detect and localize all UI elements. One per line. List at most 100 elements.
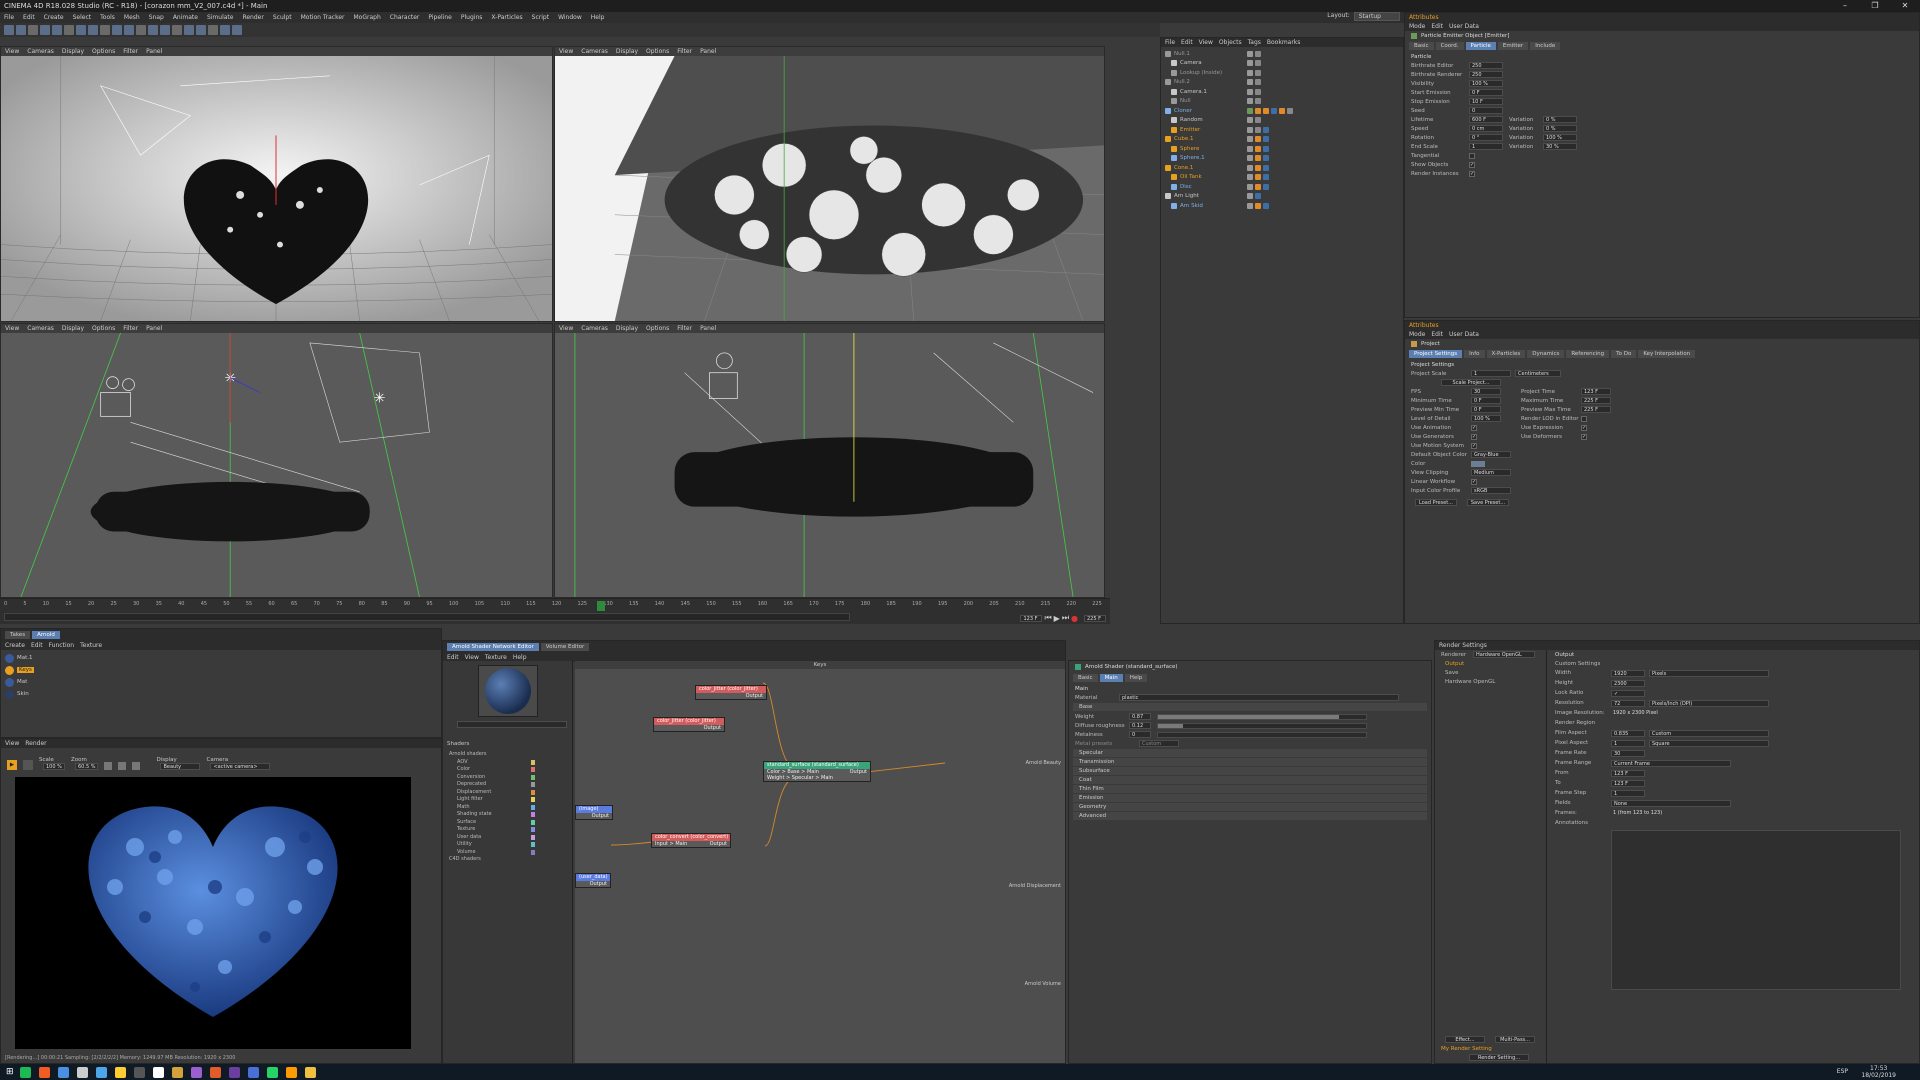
param-field[interactable]: 0 bbox=[1129, 731, 1151, 738]
object-tag-icon[interactable] bbox=[1255, 126, 1261, 133]
scale-field[interactable]: 100 % bbox=[43, 763, 65, 770]
project-scale-field[interactable]: 1 bbox=[1471, 370, 1511, 377]
attr-field[interactable]: 0 ° bbox=[1469, 134, 1503, 141]
tab-basic[interactable]: Basic bbox=[1073, 674, 1098, 682]
node-output-port[interactable]: Output bbox=[576, 881, 610, 887]
object-row[interactable]: Cloner bbox=[1161, 106, 1403, 116]
view-clipping-dropdown[interactable]: Medium bbox=[1471, 469, 1511, 476]
object-tag-icon[interactable] bbox=[1255, 98, 1261, 105]
object-tag-icon[interactable] bbox=[1247, 79, 1253, 86]
render-row-field[interactable]: 30 bbox=[1611, 749, 1645, 757]
section-advanced[interactable]: Advanced bbox=[1073, 812, 1427, 820]
tab-volume-editor[interactable]: Volume Editor bbox=[540, 643, 590, 651]
project-checkbox[interactable]: ✓ bbox=[1471, 442, 1477, 449]
object-tag-icon[interactable] bbox=[1247, 164, 1253, 171]
tab-particle[interactable]: Particle bbox=[1465, 42, 1496, 50]
shader-group-item[interactable]: Displacement bbox=[443, 789, 573, 797]
attr-menu-user-data[interactable]: User Data bbox=[1449, 330, 1479, 339]
viewport-menu-panel[interactable]: Panel bbox=[146, 324, 162, 333]
attr-field[interactable]: 100 % bbox=[1469, 80, 1503, 87]
project-checkbox[interactable]: ✓ bbox=[1581, 433, 1587, 440]
om-menu-edit[interactable]: Edit bbox=[1181, 38, 1193, 47]
menu-select[interactable]: Select bbox=[73, 14, 92, 21]
viewport-camera[interactable]: View Cameras Display Options Filter Panel bbox=[554, 46, 1105, 322]
input-color-dropdown[interactable]: sRGB bbox=[1471, 487, 1511, 494]
toolbar-tool-icon[interactable] bbox=[88, 25, 98, 35]
param-field[interactable]: 0.87 bbox=[1129, 713, 1151, 720]
attr-field[interactable]: 1 bbox=[1469, 143, 1503, 150]
object-tag-icon[interactable] bbox=[1255, 155, 1261, 162]
om-menu-objects[interactable]: Objects bbox=[1219, 38, 1242, 47]
node-color-convert[interactable]: color_convert (color_convert) Input > Ma… bbox=[651, 833, 731, 848]
viewport-menu-options[interactable]: Options bbox=[92, 47, 115, 56]
object-tag-icon[interactable] bbox=[1247, 155, 1253, 162]
node-canvas[interactable]: Keys color_jitter (color_jitter) Output … bbox=[575, 661, 1065, 1063]
viewport-menu-options[interactable]: Options bbox=[646, 47, 669, 56]
viewport-menu-view[interactable]: View bbox=[559, 324, 573, 333]
node-output-port[interactable]: Output bbox=[696, 693, 766, 699]
project-setting-field[interactable]: 0 F bbox=[1471, 397, 1501, 404]
project-checkbox[interactable]: ✓ bbox=[1581, 424, 1587, 431]
taskbar-app-icon[interactable] bbox=[19, 1066, 31, 1078]
variation-field[interactable]: 0 % bbox=[1543, 125, 1577, 132]
menu-animate[interactable]: Animate bbox=[173, 14, 198, 21]
play-icon[interactable]: ▶ bbox=[1054, 614, 1060, 623]
object-tag-icon[interactable] bbox=[1279, 107, 1285, 114]
tab-x-particles[interactable]: X-Particles bbox=[1486, 350, 1526, 358]
toolbar-tool-icon[interactable] bbox=[136, 25, 146, 35]
multipass-button[interactable]: Multi-Pass... bbox=[1495, 1036, 1535, 1043]
om-menu-view[interactable]: View bbox=[1199, 38, 1213, 47]
object-tag-icon[interactable] bbox=[1247, 98, 1253, 105]
om-menu-file[interactable]: File bbox=[1165, 38, 1175, 47]
shader-group-item[interactable]: Math bbox=[443, 804, 573, 812]
shader-group-item[interactable]: Arnold shaders bbox=[443, 751, 573, 759]
menu-x-particles[interactable]: X-Particles bbox=[491, 14, 522, 21]
render-row-field[interactable]: 1920 x 2300 Pixel bbox=[1611, 710, 1701, 717]
object-tag-icon[interactable] bbox=[1263, 202, 1269, 209]
object-tag-icon[interactable] bbox=[1247, 107, 1253, 114]
section-coat[interactable]: Coat bbox=[1073, 776, 1427, 784]
shader-group-item[interactable]: Volume bbox=[443, 849, 573, 857]
render-row-field[interactable]: 1 bbox=[1611, 789, 1645, 797]
toolbar-tool-icon[interactable] bbox=[64, 25, 74, 35]
object-tag-icon[interactable] bbox=[1255, 145, 1261, 152]
render-canvas[interactable] bbox=[15, 777, 411, 1049]
shader-group-item[interactable]: C4D shaders bbox=[443, 856, 573, 864]
section-subsurface[interactable]: Subsurface bbox=[1073, 767, 1427, 775]
object-row[interactable]: Camera.1 bbox=[1161, 87, 1403, 97]
render-row-dropdown[interactable]: Pixels/Inch (DPI) bbox=[1649, 699, 1769, 707]
minimize-icon[interactable]: – bbox=[1830, 0, 1860, 12]
attr-menu-user-data[interactable]: User Data bbox=[1449, 22, 1479, 31]
variation-field[interactable]: 100 % bbox=[1543, 134, 1577, 141]
node-input-port[interactable]: Input > Main bbox=[652, 841, 690, 847]
language-indicator[interactable]: ESP bbox=[1837, 1068, 1848, 1075]
object-row[interactable]: Lookup (Inside) bbox=[1161, 68, 1403, 78]
tab-project-settings[interactable]: Project Settings bbox=[1409, 350, 1463, 358]
tab-coord[interactable]: Coord. bbox=[1435, 42, 1464, 50]
taskbar-app-icon[interactable] bbox=[133, 1066, 145, 1078]
ipr-menu-view[interactable]: View bbox=[5, 739, 19, 748]
object-row[interactable]: Camera bbox=[1161, 59, 1403, 69]
viewport-menu-panel[interactable]: Panel bbox=[700, 324, 716, 333]
menu-create[interactable]: Create bbox=[44, 14, 64, 21]
taskbar-app-icon[interactable] bbox=[76, 1066, 88, 1078]
project-setting-checkbox[interactable] bbox=[1581, 415, 1587, 422]
attr-field[interactable]: 0 F bbox=[1469, 89, 1503, 96]
render-row-field[interactable]: 72 bbox=[1611, 699, 1645, 707]
menu-tools[interactable]: Tools bbox=[100, 14, 115, 21]
node-output-port[interactable]: Output bbox=[576, 813, 612, 819]
shader-group-item[interactable]: User data bbox=[443, 834, 573, 842]
tab-info[interactable]: Info bbox=[1464, 350, 1485, 358]
shader-group-item[interactable]: Color bbox=[443, 766, 573, 774]
zoom-field[interactable]: 60.5 % bbox=[75, 763, 99, 770]
mat-menu-texture[interactable]: Texture bbox=[80, 641, 102, 650]
param-slider[interactable] bbox=[1157, 722, 1367, 729]
node-output-port[interactable]: Output bbox=[707, 841, 730, 847]
section-thin-film[interactable]: Thin Film bbox=[1073, 785, 1427, 793]
node-color-jitter[interactable]: color_jitter (color_jitter) Output bbox=[695, 685, 767, 700]
object-row[interactable]: Null bbox=[1161, 97, 1403, 107]
tab-arnold[interactable]: Arnold bbox=[32, 631, 60, 639]
section-emission[interactable]: Emission bbox=[1073, 794, 1427, 802]
toolbar-tool-icon[interactable] bbox=[208, 25, 218, 35]
effect-button[interactable]: Effect... bbox=[1445, 1036, 1485, 1043]
